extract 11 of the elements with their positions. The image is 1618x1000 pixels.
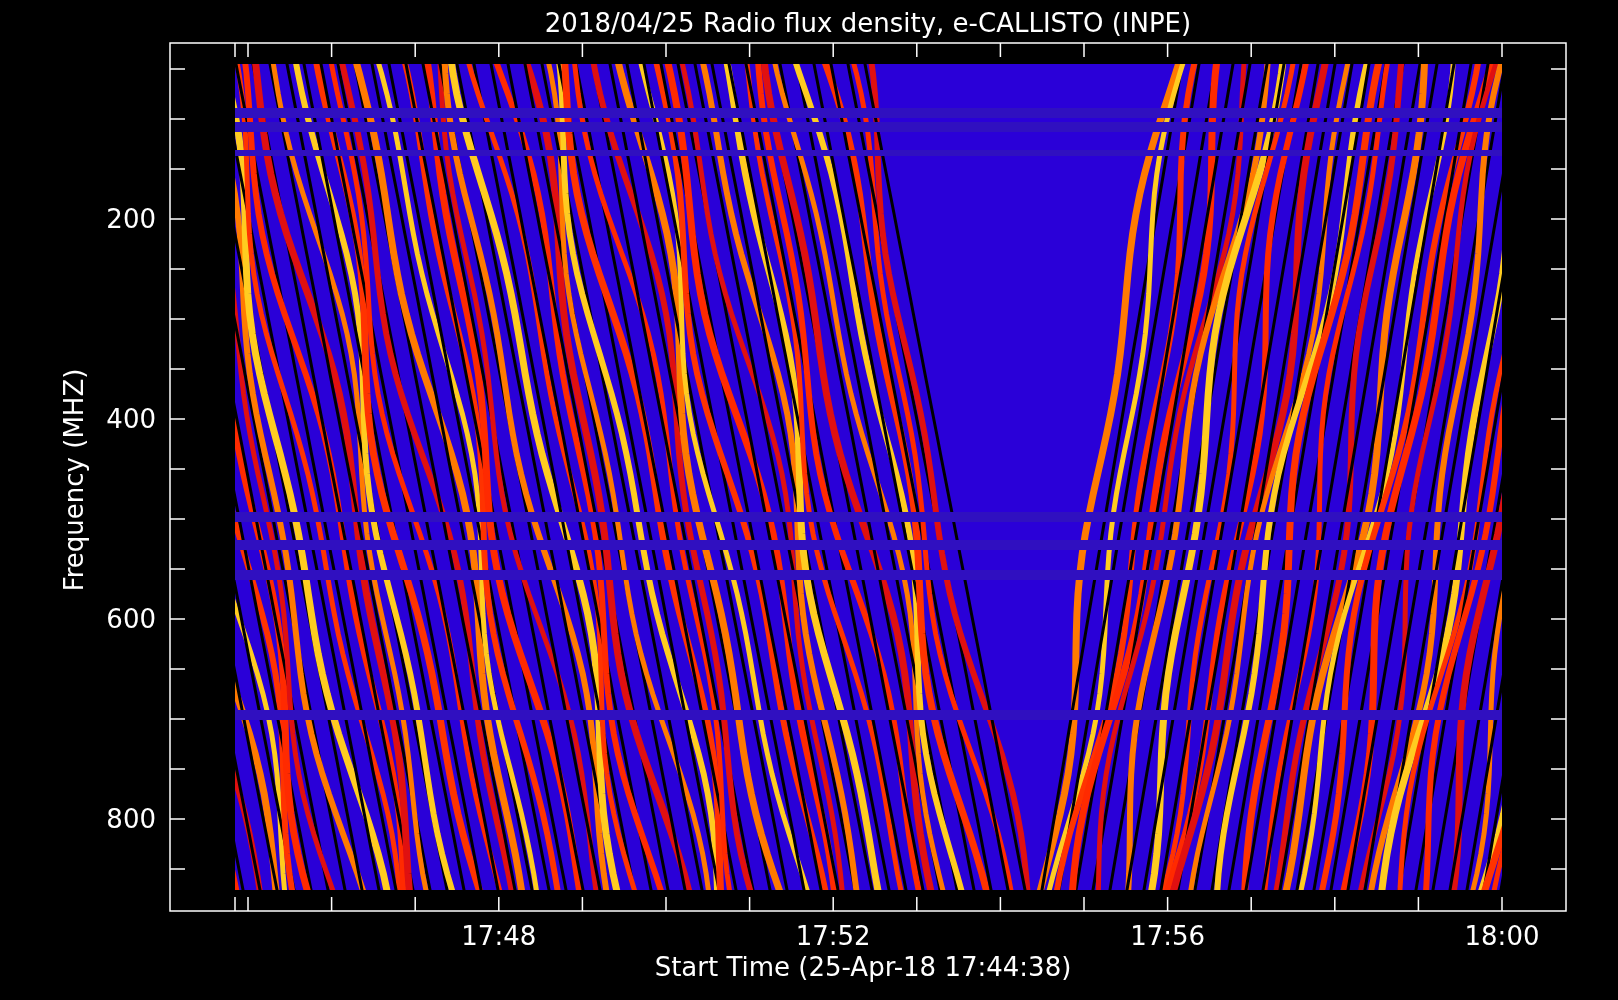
chart-title: 2018/04/25 Radio flux density, e-CALLISTO (INPE) — [544, 8, 1192, 38]
x-tick-label: 17:48 — [461, 921, 537, 951]
x-tick-label: 17:56 — [1130, 921, 1206, 951]
x-tick-label: 17:52 — [795, 921, 871, 951]
y-tick-label: 400 — [106, 404, 156, 434]
x-axis-label: Start Time (25-Apr-18 17:44:38) — [654, 952, 1072, 982]
y-tick-label: 200 — [106, 204, 156, 234]
y-axis-label: Frequency (MHZ) — [59, 368, 89, 592]
x-tick-label: 18:00 — [1464, 921, 1540, 951]
y-tick-label: 800 — [106, 804, 156, 834]
y-tick-label: 600 — [106, 604, 156, 634]
